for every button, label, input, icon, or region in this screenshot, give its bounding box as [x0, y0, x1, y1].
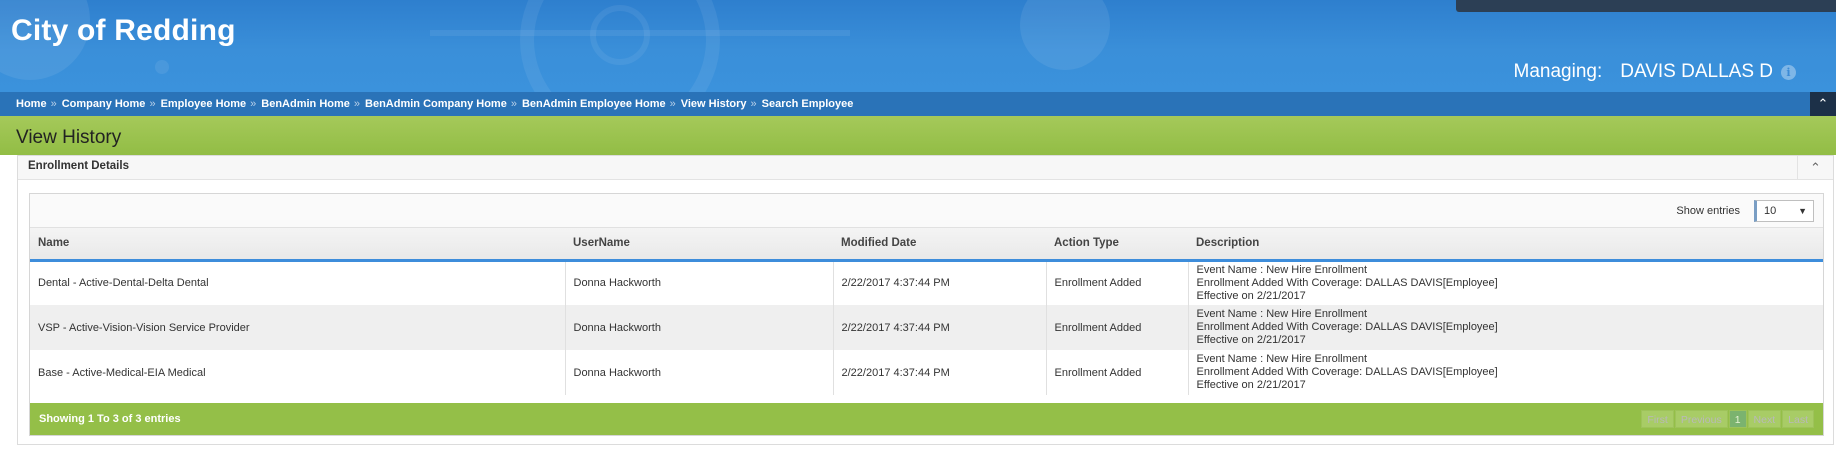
cell-username: Donna Hackworth	[565, 305, 834, 350]
table-header-row: Name UserName Modified Date Action Type …	[30, 228, 1823, 262]
breadcrumb-separator: »	[353, 98, 361, 110]
description-line: Enrollment Added With Coverage: DALLAS D…	[1196, 321, 1498, 333]
breadcrumb-separator: »	[50, 98, 57, 110]
breadcrumb: Home» Company Home» Employee Home» BenAdmin…	[0, 92, 1836, 116]
cell-name: Dental - Active-Dental-Delta Dental	[30, 260, 566, 305]
cell-modified-date: 2/22/2017 4:37:44 PM	[833, 260, 1047, 305]
breadcrumb-separator: »	[149, 98, 156, 110]
cell-description: Event Name : New Hire Enrollment Enrollm…	[1188, 260, 1823, 305]
pagination: First Previous 1 Next Last	[1640, 410, 1814, 428]
breadcrumb-item-search-employee[interactable]: Search Employee	[762, 98, 854, 110]
breadcrumb-item-employee-home[interactable]: Employee Home	[161, 98, 247, 110]
cell-modified-date: 2/22/2017 4:37:44 PM	[833, 305, 1047, 350]
column-header-name[interactable]: Name	[30, 228, 565, 262]
description-line: Enrollment Added With Coverage: DALLAS D…	[1196, 366, 1498, 378]
breadcrumb-item-view-history[interactable]: View History	[681, 98, 747, 110]
description-line: Enrollment Added With Coverage: DALLAS D…	[1196, 276, 1498, 289]
cell-name: Base - Active-Medical-EIA Medical	[30, 350, 566, 395]
breadcrumb-item-company-home[interactable]: Company Home	[62, 98, 146, 110]
breadcrumb-item-benadmin-home[interactable]: BenAdmin Home	[261, 98, 350, 110]
history-table: Name UserName Modified Date Action Type …	[30, 228, 1823, 395]
column-header-description[interactable]: Description	[1188, 228, 1823, 262]
description-line: Event Name : New Hire Enrollment	[1196, 353, 1368, 365]
breadcrumb-item-home[interactable]: Home	[16, 98, 47, 110]
pager-next-button[interactable]: Next	[1747, 410, 1782, 428]
pager-last-button[interactable]: Last	[1782, 410, 1814, 428]
table-footer: Showing 1 To 3 of 3 entries First Previo…	[30, 403, 1823, 435]
decorative-bubble	[155, 60, 169, 74]
entries-select[interactable]: 10 ▼	[1754, 200, 1814, 222]
breadcrumb-separator: »	[250, 98, 257, 110]
pager-previous-button[interactable]: Previous	[1674, 410, 1728, 428]
description-line: Event Name : New Hire Enrollment	[1196, 263, 1368, 276]
panel-header: Enrollment Details ⌃	[18, 156, 1833, 180]
column-header-username[interactable]: UserName	[565, 228, 833, 262]
managing-info: Managing: DAVIS DALLAS D i	[1513, 61, 1796, 83]
cell-modified-date: 2/22/2017 4:37:44 PM	[833, 350, 1047, 395]
cell-username: Donna Hackworth	[565, 260, 834, 305]
breadcrumb-item-benadmin-employee-home[interactable]: BenAdmin Employee Home	[522, 98, 666, 110]
cell-action-type: Enrollment Added	[1046, 305, 1189, 350]
table-row: VSP - Active-Vision-Vision Service Provi…	[30, 305, 1823, 350]
entries-select-value: 10	[1764, 205, 1777, 217]
breadcrumb-item-benadmin-company-home[interactable]: BenAdmin Company Home	[365, 98, 507, 110]
breadcrumb-separator: »	[750, 98, 757, 110]
managing-label: Managing:	[1513, 61, 1603, 82]
header-banner: City of Redding Managing: DAVIS DALLAS D…	[0, 0, 1836, 92]
table-toolbar: Show entries 10 ▼	[30, 194, 1823, 228]
decorative-line	[430, 30, 850, 36]
chevron-up-icon[interactable]: ⌃	[1810, 92, 1836, 116]
page-title-bar: View History	[0, 116, 1836, 155]
description-line: Effective on 2/21/2017	[1196, 289, 1306, 302]
table-row: Dental - Active-Dental-Delta Dental Donn…	[30, 260, 1823, 305]
column-header-action-type[interactable]: Action Type	[1046, 228, 1188, 262]
caret-down-icon: ▼	[1798, 206, 1807, 216]
cell-description: Event Name : New Hire Enrollment Enrollm…	[1188, 350, 1823, 395]
cell-action-type: Enrollment Added	[1046, 260, 1189, 305]
entries-info: Showing 1 To 3 of 3 entries	[39, 413, 181, 425]
breadcrumb-separator: »	[510, 98, 517, 110]
info-icon[interactable]: i	[1781, 64, 1796, 80]
cell-username: Donna Hackworth	[565, 350, 834, 395]
pager-page-1[interactable]: 1	[1728, 410, 1747, 428]
panel-title: Enrollment Details	[28, 160, 129, 172]
description-line: Effective on 2/21/2017	[1196, 379, 1306, 391]
company-name: City of Redding	[11, 14, 236, 47]
enrollment-details-panel: Enrollment Details ⌃ Show entries 10 ▼ N…	[17, 155, 1834, 445]
table-row: Base - Active-Medical-EIA Medical Donna …	[30, 350, 1823, 395]
cell-action-type: Enrollment Added	[1046, 350, 1189, 395]
chevron-up-icon[interactable]: ⌃	[1797, 156, 1833, 180]
description-line: Effective on 2/21/2017	[1196, 334, 1306, 346]
decorative-bubble	[1020, 0, 1110, 70]
column-header-modified-date[interactable]: Modified Date	[833, 228, 1046, 262]
cell-description: Event Name : New Hire Enrollment Enrollm…	[1188, 305, 1823, 350]
show-entries-label: Show entries	[1676, 205, 1740, 217]
managing-employee-name: DAVIS DALLAS D	[1620, 61, 1773, 82]
pager-first-button[interactable]: First	[1641, 410, 1674, 428]
description-line: Event Name : New Hire Enrollment	[1196, 308, 1368, 320]
page-title: View History	[16, 127, 122, 148]
user-toolbar[interactable]	[1456, 0, 1836, 12]
breadcrumb-separator: »	[669, 98, 676, 110]
cell-name: VSP - Active-Vision-Vision Service Provi…	[30, 305, 566, 350]
history-table-wrapper: Show entries 10 ▼ Name UserName Modified…	[29, 193, 1824, 436]
